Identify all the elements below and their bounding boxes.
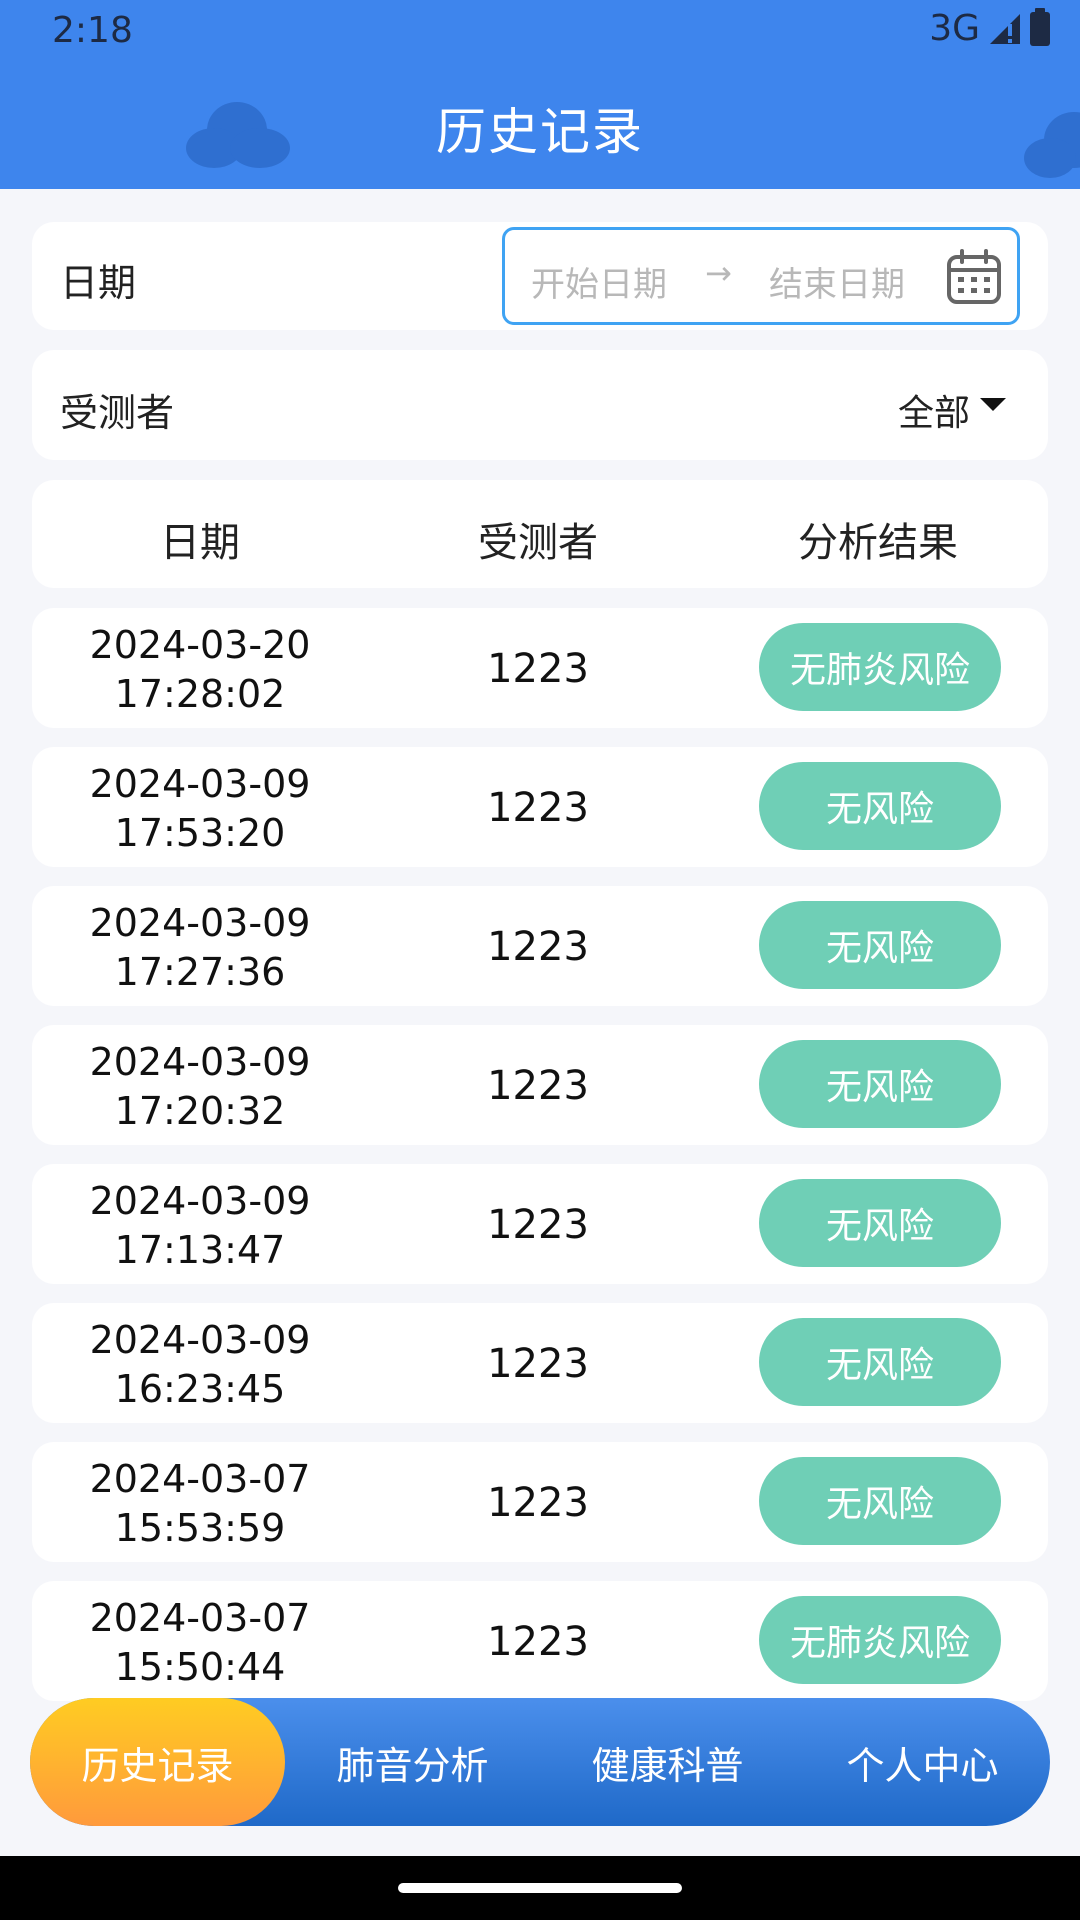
date-filter-label: 日期 <box>60 261 137 305</box>
battery-icon <box>1030 7 1050 46</box>
result-badge[interactable]: 无风险 <box>759 1179 1001 1267</box>
row-subject: 1223 <box>487 1202 589 1248</box>
row-datetime: 2024-03-09 17:13:47 <box>89 1179 311 1272</box>
nav-tab-profile[interactable]: 个人中心 <box>795 1698 1050 1826</box>
column-header-subject: 受测者 <box>478 520 598 566</box>
result-badge[interactable]: 无风险 <box>759 762 1001 850</box>
end-date-input[interactable]: 结束日期 <box>769 257 905 306</box>
table-row[interactable]: 2024-03-20 17:28:02 1223 无肺炎风险 <box>32 608 1048 728</box>
nav-tab-lung-analysis[interactable]: 肺音分析 <box>285 1698 540 1826</box>
result-badge[interactable]: 无风险 <box>759 1457 1001 1545</box>
signal-icon <box>990 13 1020 44</box>
table-row[interactable]: 2024-03-07 15:53:59 1223 无风险 <box>32 1442 1048 1562</box>
table-header: 日期 受测者 分析结果 <box>32 480 1048 588</box>
table-row[interactable]: 2024-03-07 15:50:44 1223 无肺炎风险 <box>32 1581 1048 1701</box>
row-datetime: 2024-03-09 17:27:36 <box>89 901 311 994</box>
status-time: 2:18 <box>52 10 133 51</box>
table-row[interactable]: 2024-03-09 17:53:20 1223 无风险 <box>32 747 1048 867</box>
subject-filter-label: 受测者 <box>60 391 175 435</box>
row-subject: 1223 <box>487 924 589 970</box>
result-badge[interactable]: 无风险 <box>759 901 1001 989</box>
result-badge[interactable]: 无风险 <box>759 1318 1001 1406</box>
row-subject: 1223 <box>487 1480 589 1526</box>
bottom-nav: 历史记录 肺音分析 健康科普 个人中心 <box>30 1698 1050 1826</box>
row-subject: 1223 <box>487 1619 589 1665</box>
row-datetime: 2024-03-09 17:53:20 <box>89 762 311 855</box>
subject-filter-card: 受测者 全部 <box>32 350 1048 460</box>
range-arrow-icon: → <box>705 254 732 292</box>
row-datetime: 2024-03-07 15:53:59 <box>89 1457 311 1550</box>
table-row[interactable]: 2024-03-09 17:13:47 1223 无风险 <box>32 1164 1048 1284</box>
subject-select[interactable]: 全部 <box>898 384 970 436</box>
row-datetime: 2024-03-09 16:23:45 <box>89 1318 311 1411</box>
start-date-input[interactable]: 开始日期 <box>531 257 667 306</box>
nav-tab-health-science[interactable]: 健康科普 <box>540 1698 795 1826</box>
row-datetime: 2024-03-07 15:50:44 <box>89 1596 311 1689</box>
status-icons: 3G <box>929 7 1050 49</box>
result-badge[interactable]: 无肺炎风险 <box>759 623 1001 711</box>
row-subject: 1223 <box>487 646 589 692</box>
row-subject: 1223 <box>487 1341 589 1387</box>
row-subject: 1223 <box>487 1063 589 1109</box>
date-filter-card: 日期 开始日期 → 结束日期 <box>32 222 1048 330</box>
date-range-picker[interactable]: 开始日期 → 结束日期 <box>502 227 1020 325</box>
calendar-icon[interactable] <box>945 248 1003 306</box>
nav-tab-history[interactable]: 历史记录 <box>30 1698 285 1826</box>
row-datetime: 2024-03-09 17:20:32 <box>89 1040 311 1133</box>
column-header-result: 分析结果 <box>798 520 958 566</box>
column-header-date: 日期 <box>160 520 240 566</box>
result-badge[interactable]: 无肺炎风险 <box>759 1596 1001 1684</box>
table-row[interactable]: 2024-03-09 17:27:36 1223 无风险 <box>32 886 1048 1006</box>
app-header: 2:18 3G 历史记录 <box>0 0 1080 189</box>
table-row[interactable]: 2024-03-09 16:23:45 1223 无风险 <box>32 1303 1048 1423</box>
history-list: 2024-03-20 17:28:02 1223 无肺炎风险 2024-03-09… <box>32 608 1048 1720</box>
network-type: 3G <box>929 8 980 49</box>
chevron-down-icon[interactable] <box>980 398 1006 411</box>
home-indicator[interactable] <box>398 1883 682 1893</box>
result-badge[interactable]: 无风险 <box>759 1040 1001 1128</box>
page-title: 历史记录 <box>436 103 644 161</box>
table-row[interactable]: 2024-03-09 17:20:32 1223 无风险 <box>32 1025 1048 1145</box>
row-datetime: 2024-03-20 17:28:02 <box>89 623 311 716</box>
row-subject: 1223 <box>487 785 589 831</box>
